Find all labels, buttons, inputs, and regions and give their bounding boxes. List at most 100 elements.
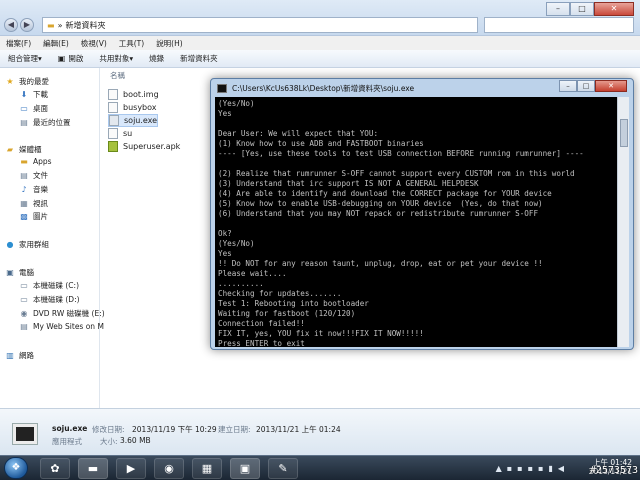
- file-icon: [108, 128, 118, 139]
- details-pane: soju.exe 修改日期: 2013/11/19 下午 10:29 建立日期:…: [0, 408, 640, 455]
- column-header-name[interactable]: 名稱: [110, 70, 125, 82]
- forward-arrow-icon[interactable]: ▶: [20, 18, 34, 32]
- file-row[interactable]: su: [108, 127, 132, 140]
- console-line: (Yes/No): [218, 99, 255, 108]
- minimize-button[interactable]: –: [546, 2, 570, 16]
- nav-pictures[interactable]: ▩ 圖片: [18, 211, 48, 222]
- close-button[interactable]: ✕: [594, 2, 634, 16]
- search-input[interactable]: [484, 17, 634, 33]
- nav-recent-places[interactable]: ▤ 最近的位置: [18, 117, 71, 128]
- dropdown-arrow-icon: ▾: [129, 54, 134, 63]
- nav-apps[interactable]: ▬ Apps: [18, 157, 51, 166]
- nav-drive-d[interactable]: ▭ 本機磁碟 (D:): [18, 294, 79, 305]
- console-line: !! Do NOT for any reason taunt, unplug, …: [218, 259, 543, 268]
- network-folder-icon: ▤: [20, 322, 28, 331]
- archive-app-icon[interactable]: ▦: [192, 458, 222, 479]
- nav-desktop[interactable]: ▭ 桌面: [18, 103, 48, 114]
- system-tray: ▲ ▪ ▪ ▪ ▪ ▮ ◀: [491, 458, 564, 479]
- tray-app-icon[interactable]: ▪: [507, 464, 512, 473]
- share-with-button[interactable]: 共用對象 ▾: [99, 53, 133, 64]
- media-player-icon[interactable]: ▶: [116, 458, 146, 479]
- details-modified-label: 修改日期:: [92, 425, 125, 434]
- dvd-icon: ◉: [20, 309, 28, 318]
- menu-edit[interactable]: 編輯(E): [43, 38, 69, 49]
- menu-help[interactable]: 說明(H): [156, 38, 183, 49]
- nav-network[interactable]: ▥ 網路: [4, 350, 34, 361]
- maximize-button[interactable]: □: [570, 2, 594, 16]
- console-taskbar-icon[interactable]: ▣: [230, 458, 260, 479]
- scrollbar-thumb[interactable]: [620, 119, 628, 147]
- network-status-icon[interactable]: ▮: [548, 464, 552, 473]
- file-row[interactable]: busybox: [108, 101, 157, 114]
- start-button[interactable]: ❖: [4, 457, 28, 479]
- watermark-text: #2573573: [589, 465, 638, 476]
- console-titlebar[interactable]: C:\Users\KcUs638Lk\Desktop\新增資料夾\soju.ex…: [211, 79, 633, 97]
- nav-favorites[interactable]: ★ 我的最愛: [4, 76, 49, 87]
- network-icon: ▥: [6, 351, 14, 360]
- nav-label: 網路: [19, 351, 34, 360]
- nav-documents[interactable]: ▤ 文件: [18, 170, 48, 181]
- star-icon: ★: [6, 77, 14, 86]
- menu-file[interactable]: 檔案(F): [6, 38, 31, 49]
- console-minimize-button[interactable]: –: [559, 80, 577, 92]
- pinned-app-icon[interactable]: ✿: [40, 458, 70, 479]
- nav-label: 媒體櫃: [19, 145, 42, 154]
- console-line: Dear User: We will expect that YOU:: [218, 129, 379, 138]
- open-button[interactable]: ▣ 開啟: [58, 53, 84, 64]
- address-chevron-icon[interactable]: »: [58, 21, 63, 30]
- menu-tools[interactable]: 工具(T): [119, 38, 144, 49]
- nav-music[interactable]: ♪ 音樂: [18, 184, 48, 195]
- taskbar: ❖ ✿ ▬ ▶ ◉ ▦ ▣ ✎ ▲ ▪ ▪ ▪ ▪ ▮ ◀ 上午 01:42 2…: [0, 455, 640, 480]
- nav-label: 視訊: [33, 199, 48, 208]
- back-arrow-icon[interactable]: ◀: [4, 18, 18, 32]
- new-folder-button[interactable]: 新增資料夾: [180, 53, 218, 64]
- paint-app-icon[interactable]: ✎: [268, 458, 298, 479]
- console-window-controls: – □ ✕: [559, 80, 627, 92]
- nav-label: 最近的位置: [33, 118, 71, 127]
- nav-homegroup[interactable]: ● 家用群組: [4, 239, 50, 250]
- volume-icon[interactable]: ◀: [558, 464, 564, 473]
- nav-drive-c[interactable]: ▭ 本機磁碟 (C:): [18, 280, 79, 291]
- nav-my-web-sites[interactable]: ▤ My Web Sites on M: [18, 322, 104, 331]
- console-maximize-button[interactable]: □: [577, 80, 595, 92]
- file-icon: [108, 102, 118, 113]
- nav-downloads[interactable]: ⬇ 下載: [18, 89, 48, 100]
- tray-app-icon[interactable]: ▪: [538, 464, 543, 473]
- address-bar[interactable]: ▬ » 新增資料夾: [42, 17, 478, 33]
- open-label: 開啟: [68, 54, 84, 63]
- tray-app-icon[interactable]: ▪: [528, 464, 533, 473]
- file-name: busybox: [123, 103, 157, 112]
- nav-videos[interactable]: ▦ 視訊: [18, 198, 48, 209]
- tray-chevron-icon[interactable]: ▲: [496, 464, 502, 473]
- nav-libraries[interactable]: ▰ 媒體櫃: [4, 144, 42, 155]
- details-size-value: 3.60 MB: [120, 436, 151, 445]
- computer-icon: ▣: [6, 268, 14, 277]
- console-scrollbar[interactable]: [617, 97, 629, 347]
- file-row[interactable]: boot.img: [108, 88, 159, 101]
- console-line: (Yes/No): [218, 239, 255, 248]
- apps-folder-icon: ▬: [20, 157, 28, 166]
- explorer-taskbar-icon[interactable]: ▬: [78, 458, 108, 479]
- organize-button[interactable]: 組合管理 ▾: [8, 53, 42, 64]
- share-label: 共用對象: [99, 54, 130, 63]
- console-line: Yes: [218, 109, 232, 118]
- file-row[interactable]: Superuser.apk: [108, 140, 180, 153]
- console-output[interactable]: (Yes/No) Yes Dear User: We will expect t…: [215, 97, 617, 347]
- menu-view[interactable]: 檢視(V): [81, 38, 107, 49]
- explorer-titlebar[interactable]: – □ ✕ ◀ ▶ ▬ » 新增資料夾: [0, 0, 640, 36]
- details-type: 應用程式: [52, 437, 82, 446]
- console-line: ..........: [218, 279, 264, 288]
- chrome-icon[interactable]: ◉: [154, 458, 184, 479]
- nav-dvd-drive[interactable]: ◉ DVD RW 磁碟機 (E:): [18, 308, 105, 319]
- console-line: (3) Understand that irc support IS NOT A…: [218, 179, 479, 188]
- burn-button[interactable]: 燒錄: [149, 53, 164, 64]
- file-name: Superuser.apk: [123, 142, 181, 151]
- console-close-button[interactable]: ✕: [595, 80, 627, 92]
- console-line: (2) Realize that rumrunner S-OFF cannot …: [218, 169, 575, 178]
- nav-label: 本機磁碟 (C:): [33, 281, 79, 290]
- tray-app-icon[interactable]: ▪: [517, 464, 522, 473]
- file-row-selected[interactable]: soju.exe: [108, 114, 159, 127]
- nav-computer[interactable]: ▣ 電腦: [4, 267, 34, 278]
- nav-label: 電腦: [19, 268, 34, 277]
